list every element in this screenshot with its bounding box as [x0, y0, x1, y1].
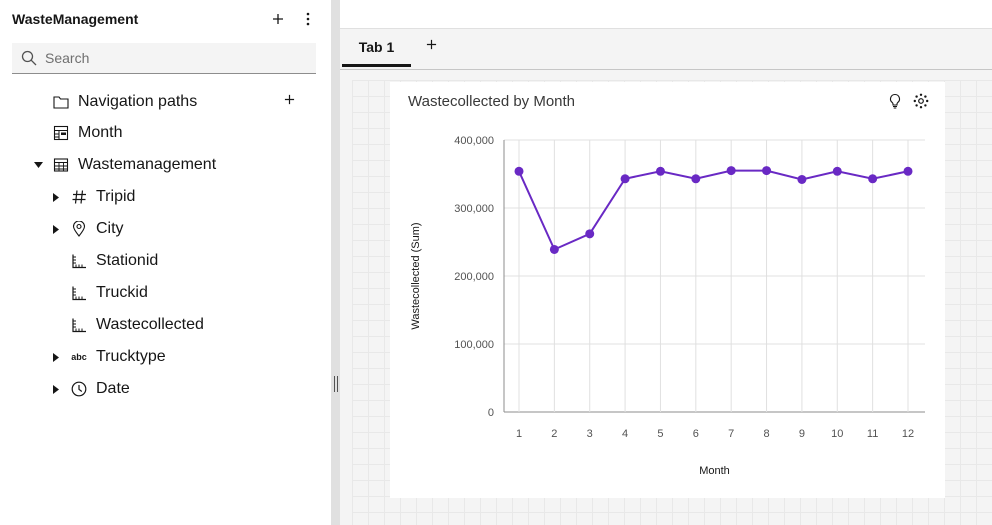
tab-bar: Tab 1: [340, 29, 992, 70]
search-box[interactable]: [12, 43, 316, 74]
y-axis-label: Wastecollected (Sum): [410, 222, 422, 329]
y-tick-label: 400,000: [454, 135, 494, 147]
tree-item-label: Truckid: [96, 284, 148, 301]
x-tick-label: 2: [551, 428, 557, 440]
caret-right-icon[interactable]: [50, 383, 62, 395]
x-tick-label: 6: [693, 428, 699, 440]
folder-icon: [52, 93, 70, 111]
tree-item-label: Wastecollected: [96, 316, 204, 333]
data-point: [585, 229, 595, 239]
x-tick-label: 4: [622, 428, 628, 440]
data-point: [549, 244, 559, 254]
data-panel: WasteManagement Navigation paths Mon: [0, 0, 331, 525]
overflow-menu-button[interactable]: [297, 8, 319, 30]
tree-item-truckid[interactable]: Truckid: [70, 277, 148, 309]
app-title: WasteManagement: [12, 11, 139, 27]
tree-item-wastemanagement[interactable]: Wastemanagement: [32, 149, 216, 181]
tree-item-month[interactable]: Month: [52, 117, 122, 149]
x-tick-label: 12: [902, 428, 914, 440]
overflow-menu-icon: [306, 12, 310, 26]
text-type-icon: abc: [71, 352, 87, 362]
table-icon: [52, 156, 70, 174]
tree-item-label: Wastemanagement: [78, 156, 217, 173]
panel-resize-bar[interactable]: [331, 0, 340, 525]
search-input[interactable]: [45, 50, 305, 66]
data-point: [514, 166, 524, 176]
hash-icon: [70, 188, 88, 206]
x-tick-label: 1: [516, 428, 522, 440]
panel-header: WasteManagement: [12, 8, 319, 30]
data-point: [903, 166, 913, 176]
resize-handle[interactable]: [334, 376, 338, 392]
measure-icon: [70, 284, 88, 302]
caret-right-icon[interactable]: [50, 351, 62, 363]
tree-item-label: Stationid: [96, 252, 159, 269]
plus-icon: [273, 14, 283, 24]
caret-down-icon[interactable]: [32, 159, 44, 171]
series-line: [518, 169, 909, 251]
measure-icon: [70, 316, 88, 334]
data-point: [797, 174, 807, 184]
tree-item-date[interactable]: Date: [50, 373, 130, 405]
data-point: [655, 166, 665, 176]
data-point: [868, 174, 878, 184]
tree-item-label: Tripid: [96, 188, 136, 205]
y-tick-label: 100,000: [454, 339, 494, 351]
tree-item-label: City: [96, 220, 124, 237]
add-navigation-path-button[interactable]: [284, 92, 295, 110]
x-axis-label: Month: [699, 465, 730, 477]
x-tick-label: 11: [867, 428, 878, 440]
search-icon: [21, 50, 37, 66]
add-button[interactable]: [267, 8, 289, 30]
x-tick-label: 7: [728, 428, 734, 440]
location-icon: [70, 220, 88, 238]
chart-card[interactable]: Wastecollected by Month 0 100,000 200,000 3…: [390, 82, 945, 498]
y-tick-label: 0: [488, 407, 494, 419]
tree-item-label: Trucktype: [96, 348, 166, 365]
data-point: [762, 166, 772, 176]
x-tick-label: 3: [587, 428, 593, 440]
y-tick-label: 300,000: [454, 203, 494, 215]
line-chart[interactable]: 0100,000200,000300,000400,0001 2 3 4 5 6 7 8 9 10…: [390, 82, 945, 498]
y-tick-label: 200,000: [454, 271, 494, 283]
x-tick-label: 5: [657, 428, 663, 440]
table-icon: [52, 124, 70, 142]
top-toolbar: [340, 0, 992, 29]
measure-icon: [70, 252, 88, 270]
x-tick-label: 9: [799, 428, 805, 440]
data-point: [726, 166, 736, 176]
tree-item-label: Date: [96, 380, 130, 397]
caret-right-icon[interactable]: [50, 223, 62, 235]
add-tab-button[interactable]: [426, 37, 437, 55]
x-tick-label: 8: [763, 428, 769, 440]
tree-item-navigation-paths[interactable]: Navigation paths: [52, 86, 331, 118]
tree-item-label: Navigation paths: [78, 93, 198, 110]
tree-item-label: Month: [78, 124, 123, 141]
tab-1[interactable]: Tab 1: [342, 29, 411, 67]
caret-right-icon[interactable]: [50, 191, 62, 203]
tree-item-city[interactable]: City: [50, 213, 124, 245]
x-tick-label: 10: [831, 428, 843, 440]
tree-item-stationid[interactable]: Stationid: [70, 245, 158, 277]
data-point: [832, 166, 842, 176]
tree-item-trucktype[interactable]: abc Trucktype: [50, 341, 166, 373]
plus-icon: [426, 39, 437, 50]
tree-item-wastecollected[interactable]: Wastecollected: [70, 309, 204, 341]
data-point: [691, 174, 701, 184]
data-point: [620, 174, 630, 184]
plus-icon: [284, 94, 295, 105]
tree-item-tripid[interactable]: Tripid: [50, 181, 135, 213]
clock-icon: [70, 380, 88, 398]
